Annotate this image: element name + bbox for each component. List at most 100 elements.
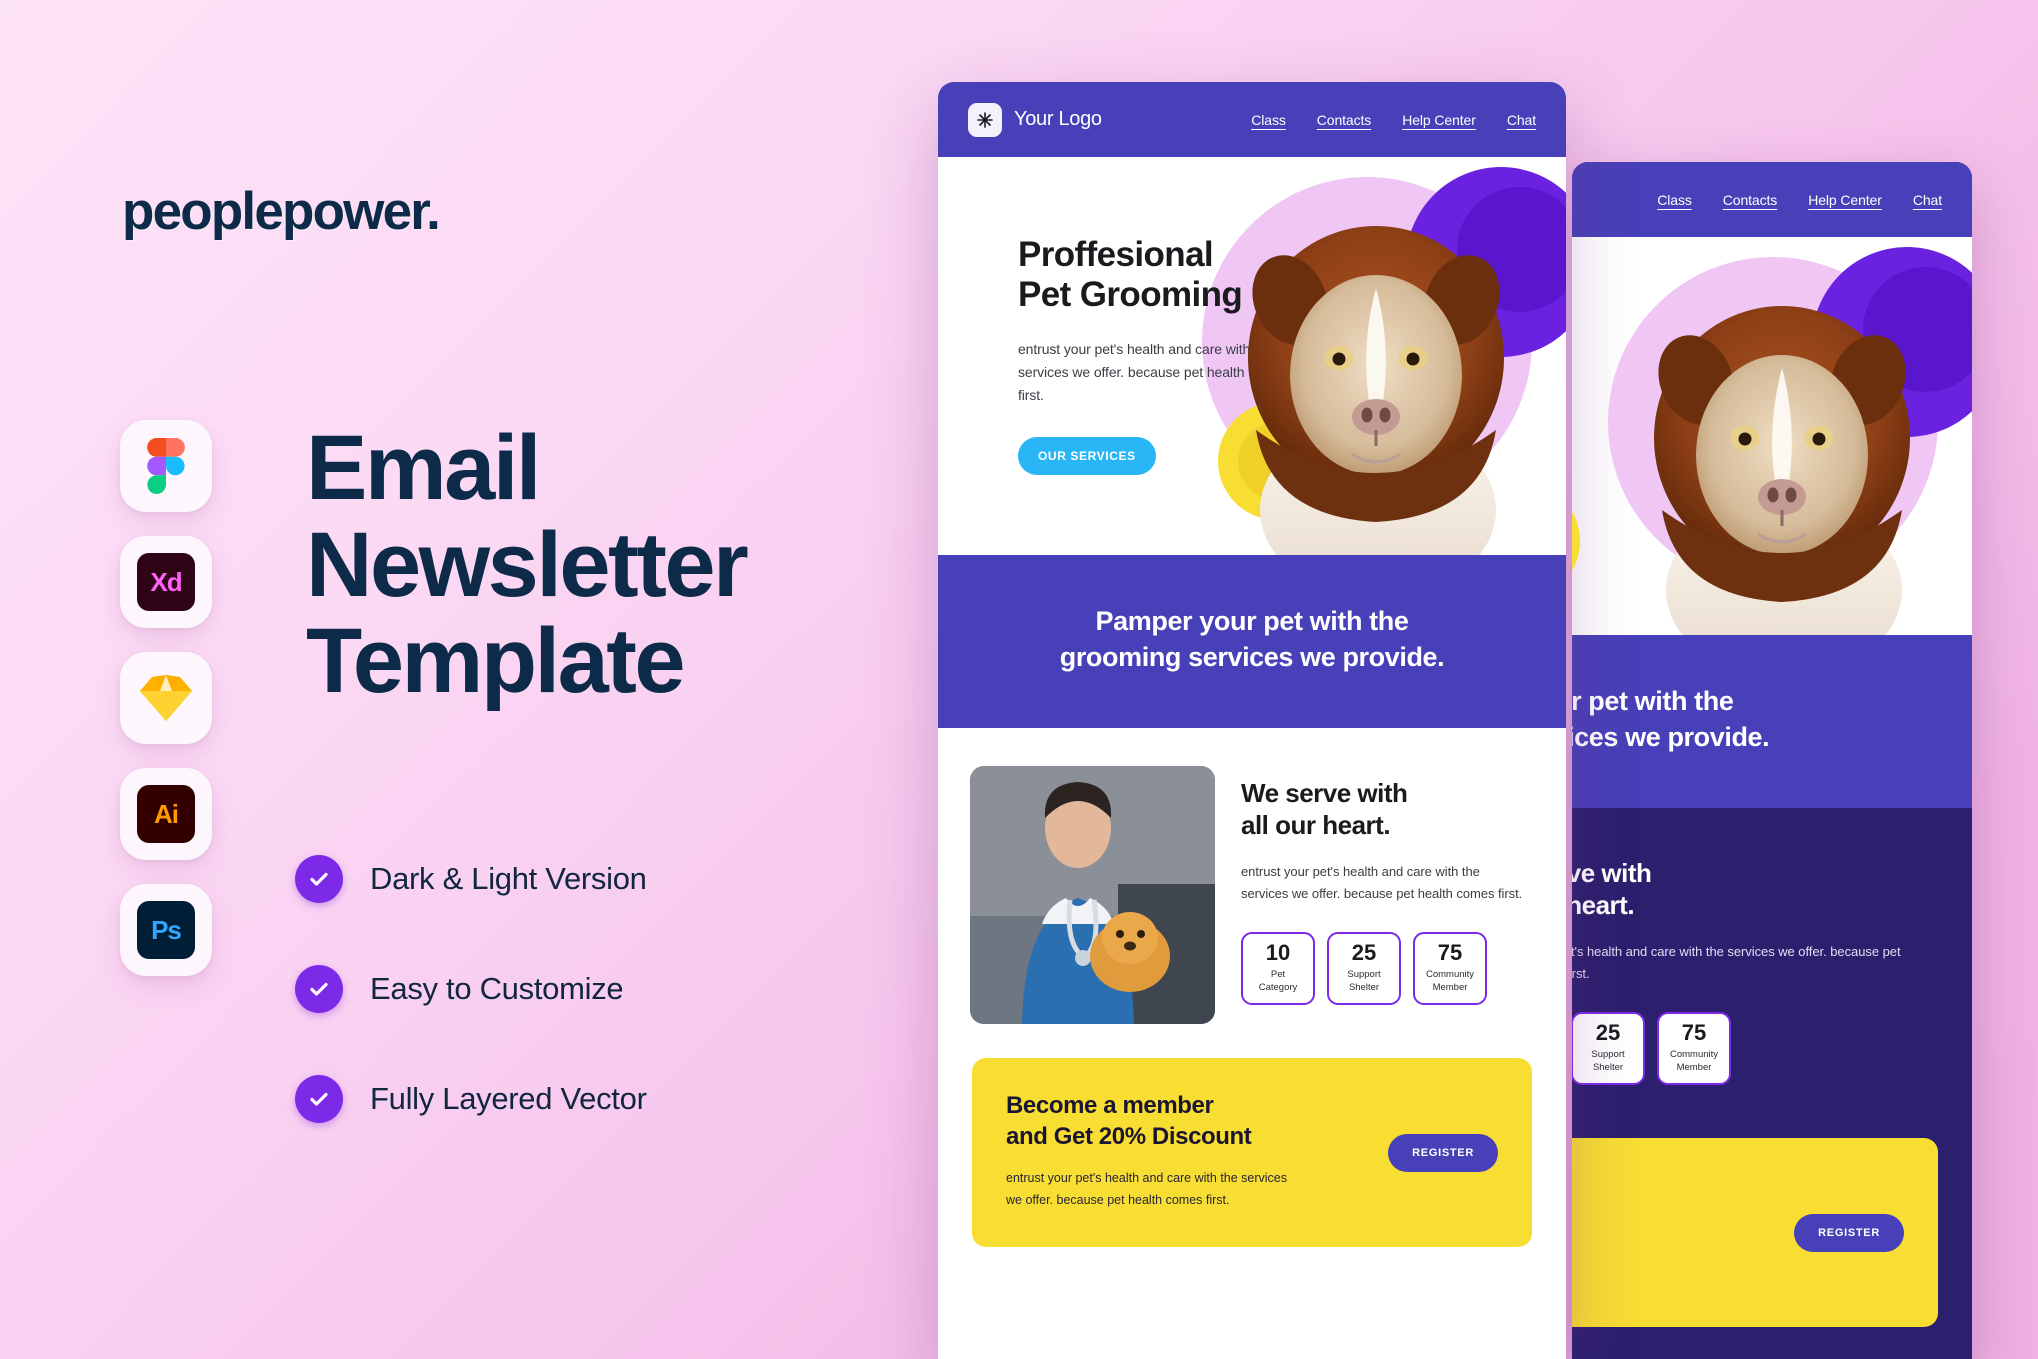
email-mockup-light: Your Logo Class Contacts Help Center Cha… [938, 82, 1566, 1359]
serve-subtitle-dark: entrust your pet's health and care with … [1572, 944, 1901, 982]
navlinks-dark: Class Contacts Help Center Chat [1657, 192, 1942, 208]
serve-body-dark: We serve with all our heart. entrust you… [1572, 846, 1936, 1104]
stat-box: 75 Community Member [1657, 1011, 1731, 1085]
stat-label-line-2: Member [1432, 981, 1468, 993]
cta-wrap: Become a member and Get 20% Discount ent… [938, 1023, 1566, 1247]
register-button-dark[interactable]: REGISTER [1794, 1213, 1904, 1252]
promo-band: Pamper your pet with the grooming servic… [938, 555, 1566, 728]
navlink-help-center[interactable]: Help Center [1402, 112, 1476, 128]
stat-label: Support Shelter [1347, 969, 1380, 993]
adobe-xd-icon: Xd [137, 553, 195, 611]
stat-number: 10 [1265, 940, 1291, 966]
check-circle-icon [295, 1075, 343, 1123]
cta-title-dark: Become a member and Get 20% Discount [1572, 1170, 1776, 1232]
cta-wrap-dark: Become a member and Get 20% Discount ent… [1572, 1103, 1972, 1327]
adobe-photoshop-tile: Ps [120, 884, 212, 976]
serve-section: We serve with all our heart. entrust you… [938, 727, 1566, 1024]
cta-title-line-2: and Get 20% Discount [1572, 1201, 1776, 1232]
navlink-help-center-dark[interactable]: Help Center [1808, 192, 1882, 208]
stat-box: 10 Pet Category [1241, 931, 1315, 1005]
serve-title: We serve with all our heart. [1241, 778, 1530, 841]
serve-title-dark: We serve with all our heart. [1572, 858, 1936, 921]
cta-left-dark: Become a member and Get 20% Discount ent… [1572, 1170, 1776, 1291]
cta-title: Become a member and Get 20% Discount [1006, 1090, 1370, 1152]
stats-row: 10 Pet Category 25 Support Shelter 75 Co… [1241, 931, 1530, 1005]
navlink-class[interactable]: Class [1251, 112, 1286, 128]
feature-label: Easy to Customize [370, 971, 624, 1006]
list-item: Dark & Light Version [295, 855, 647, 903]
stat-number: 75 [1437, 940, 1463, 966]
register-button[interactable]: REGISTER [1388, 1133, 1498, 1172]
logo-text: Your Logo [1014, 108, 1102, 130]
stat-label-line-2: Category [1258, 981, 1298, 993]
navlink-chat[interactable]: Chat [1507, 112, 1536, 128]
page-title-line-1: Email [306, 417, 541, 519]
stat-label: Community Member [1670, 1049, 1718, 1073]
feature-label: Fully Layered Vector [370, 1081, 647, 1116]
adobe-illustrator-icon: Ai [137, 785, 195, 843]
sketch-tile [120, 652, 212, 744]
logo-group: Your Logo [968, 102, 1102, 137]
stat-number: 75 [1681, 1020, 1707, 1046]
email-mockup-dark: Your Logo Class Contacts Help Center Cha… [1572, 162, 1972, 1359]
stat-label-line-2: Shelter [1592, 1061, 1624, 1073]
page-title-line-2: Newsletter [306, 513, 749, 616]
figma-tile [120, 420, 212, 512]
promo-band-line-1: Pamper your pet with the [1572, 686, 1734, 716]
stat-label-line-1: Support [1347, 969, 1381, 981]
cta-left: Become a member and Get 20% Discount ent… [1006, 1090, 1370, 1211]
promo-band-dark: Pamper your pet with the grooming servic… [1572, 635, 1972, 808]
hero-section-dark: Proffesional Pet Grooming entrust your p… [1572, 237, 1972, 635]
hero-section: Proffesional Pet Grooming entrust your p… [938, 157, 1566, 555]
adobe-xd-tile: Xd [120, 536, 212, 628]
stat-box: 25 Support Shelter [1572, 1011, 1645, 1085]
navlink-contacts[interactable]: Contacts [1317, 112, 1372, 128]
our-services-button[interactable]: OUR SERVICES [1018, 436, 1156, 475]
serve-title-line-2: all our heart. [1241, 809, 1391, 840]
tool-icon-stack: Xd Ai Ps [120, 420, 212, 976]
navlink-contacts-dark[interactable]: Contacts [1723, 192, 1778, 208]
stats-row-dark: 10 Pet Category 25 Support Shelter [1572, 1011, 1936, 1085]
adobe-xd-label: Xd [150, 566, 182, 597]
feature-label: Dark & Light Version [370, 861, 647, 896]
navlinks: Class Contacts Help Center Chat [1251, 112, 1536, 128]
membership-cta: Become a member and Get 20% Discount ent… [972, 1057, 1532, 1247]
stat-box: 25 Support Shelter [1327, 931, 1401, 1005]
cta-title-line-1: Become a member [1572, 1170, 1776, 1201]
page-title-line-3: Template [306, 610, 686, 713]
stat-label-line-1: Support [1591, 1049, 1625, 1061]
navlink-class-dark[interactable]: Class [1657, 192, 1692, 208]
serve-section-dark: We serve with all our heart. entrust you… [1572, 807, 1972, 1104]
figma-icon [137, 437, 195, 495]
adobe-photoshop-label: Ps [151, 914, 182, 945]
sketch-icon [137, 669, 195, 727]
cta-title-line-1: Become a member [1006, 1091, 1214, 1119]
stat-label-line-1: Pet [1270, 969, 1286, 981]
brand-wordmark: peoplepower. [122, 182, 441, 241]
stat-label: Pet Category [1259, 969, 1298, 993]
logo-mark-icon [968, 102, 1002, 137]
decorative-yellow-circle [1572, 482, 1580, 600]
veterinarian-photo [970, 765, 1215, 1024]
stat-number: 25 [1351, 940, 1377, 966]
stat-box: 75 Community Member [1413, 931, 1487, 1005]
page-title: Email Newsletter Template [306, 420, 906, 710]
feature-list: Dark & Light Version Easy to Customize F… [295, 855, 647, 1123]
navlink-chat-dark[interactable]: Chat [1913, 192, 1942, 208]
email-navbar-dark: Your Logo Class Contacts Help Center Cha… [1572, 162, 1972, 237]
list-item: Fully Layered Vector [295, 1075, 647, 1123]
stat-label: Community Member [1426, 969, 1474, 993]
adobe-illustrator-label: Ai [154, 798, 179, 829]
promo-band-line-2: grooming services we provide. [1572, 722, 1770, 753]
serve-body: We serve with all our heart. entrust you… [1241, 766, 1530, 1024]
list-item: Easy to Customize [295, 965, 647, 1013]
check-circle-icon [295, 965, 343, 1013]
stat-label-line-1: Community [1425, 969, 1475, 981]
cta-subtitle: entrust your pet's health and care with … [1006, 1171, 1288, 1207]
stat-label: Support Shelter [1591, 1049, 1624, 1073]
stat-label-line-1: Community [1669, 1049, 1719, 1061]
membership-cta-dark: Become a member and Get 20% Discount ent… [1572, 1137, 1938, 1327]
dog-photo [1248, 226, 1504, 555]
cta-title-line-2: and Get 20% Discount [1006, 1123, 1252, 1151]
stat-label-line-2: Member [1676, 1061, 1712, 1073]
